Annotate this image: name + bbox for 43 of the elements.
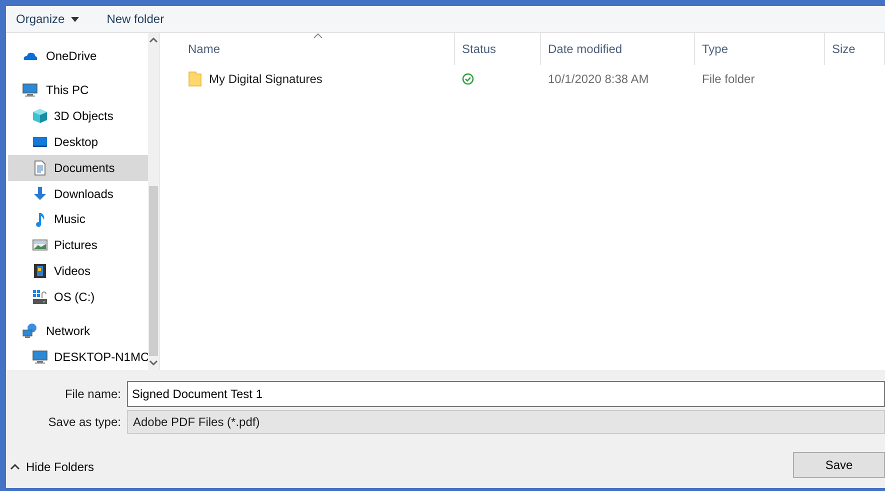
nav-item[interactable]: Videos bbox=[8, 258, 148, 284]
nav-item[interactable]: 3D Objects bbox=[8, 102, 148, 129]
network-icon bbox=[22, 323, 38, 340]
type-cell-text: File folder bbox=[701, 72, 756, 86]
save-as-type-dropdown[interactable]: Adobe PDF Files (*.pdf) bbox=[127, 410, 885, 434]
date-cell-text: 10/1/2020 8:38 AM bbox=[547, 72, 650, 86]
nav-item[interactable]: OneDrive bbox=[8, 43, 148, 69]
nav-item[interactable]: Downloads bbox=[8, 180, 148, 206]
column-header[interactable]: Name bbox=[181, 33, 455, 65]
hide-folders-button[interactable]: Hide Folders bbox=[6, 460, 94, 474]
picture-icon bbox=[32, 237, 48, 254]
monitor-icon bbox=[32, 349, 48, 366]
file-name-label: File name: bbox=[64, 387, 122, 401]
column-header[interactable]: Type bbox=[695, 33, 825, 65]
document-icon bbox=[32, 160, 48, 176]
caret-up-icon bbox=[10, 464, 20, 470]
column-header[interactable]: Date modified bbox=[541, 33, 695, 65]
nav-item[interactable]: OS (C:) bbox=[8, 284, 148, 310]
column-header[interactable]: Status bbox=[455, 33, 541, 65]
scroll-down-icon[interactable] bbox=[149, 360, 158, 366]
organize-menu[interactable]: Organize bbox=[16, 12, 79, 26]
file-name-field[interactable]: Signed Document Test 1 bbox=[127, 381, 885, 407]
file-name[interactable]: My Digital Signatures bbox=[209, 72, 322, 86]
drive-icon bbox=[32, 289, 48, 306]
film-icon bbox=[32, 263, 48, 280]
scroll-up-icon[interactable] bbox=[149, 37, 158, 43]
download-arrow-icon bbox=[32, 186, 48, 202]
save-button[interactable]: Save bbox=[793, 452, 885, 478]
nav-item[interactable]: Pictures bbox=[8, 232, 148, 258]
scrollbar-thumb[interactable] bbox=[149, 186, 158, 356]
new-folder-button[interactable]: New folder bbox=[106, 12, 164, 26]
nav-item[interactable]: Network bbox=[8, 318, 148, 344]
nav-item[interactable]: Documents bbox=[8, 154, 148, 181]
cube-icon bbox=[32, 108, 48, 124]
nav-item[interactable]: Music bbox=[8, 206, 148, 232]
save-as-type-label: Save as type: bbox=[47, 415, 122, 429]
folder-icon bbox=[188, 71, 202, 87]
nav-item[interactable]: DESKTOP-N1MC bbox=[8, 344, 148, 370]
caret-icon bbox=[70, 16, 79, 22]
monitor-icon bbox=[22, 82, 38, 98]
column-header[interactable]: Size bbox=[825, 33, 885, 65]
nav-item[interactable]: This PC bbox=[8, 76, 148, 103]
nav-item[interactable]: Desktop bbox=[8, 128, 148, 155]
